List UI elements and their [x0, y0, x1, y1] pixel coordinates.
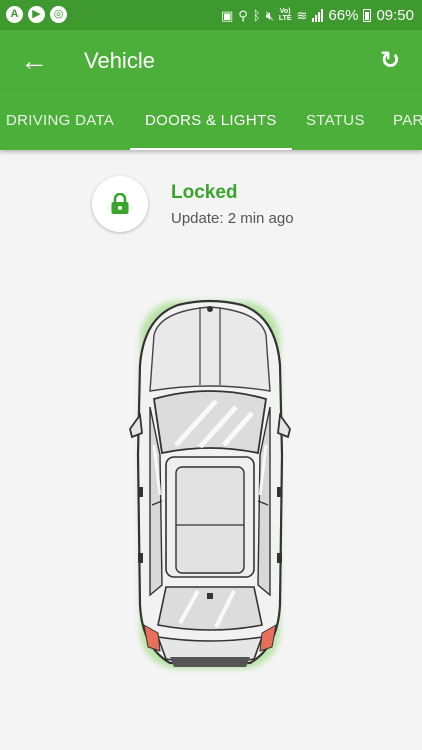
- tab-doors-lights[interactable]: DOORS & LIGHTS: [145, 92, 277, 150]
- tab-driving-data[interactable]: DRIVING DATA: [6, 92, 114, 150]
- location-icon: ⚲: [238, 7, 248, 23]
- wifi-icon: ≋: [296, 7, 308, 23]
- mute-icon: 🔇︎: [265, 7, 274, 23]
- tab-status[interactable]: STATUS: [306, 92, 365, 150]
- rear-bumper: [170, 657, 250, 667]
- tab-indicator: [130, 148, 292, 150]
- bluetooth-icon: ᛒ: [252, 7, 261, 23]
- notification-sync-icon: ◎: [50, 6, 67, 23]
- lock-status: Locked: [171, 182, 238, 203]
- back-button[interactable]: ←: [16, 43, 52, 79]
- notification-icons: A ▶ ◎: [6, 6, 67, 23]
- system-status-icons: ▣ ⚲ ᛒ 🔇︎ Vo) LTE ≋ 66% 09:50: [221, 6, 414, 24]
- notification-flag-icon: ▶: [28, 6, 45, 23]
- clock: 09:50: [376, 6, 414, 24]
- windshield: [152, 390, 268, 455]
- right-mirror: [277, 412, 291, 439]
- lock-button[interactable]: [92, 176, 148, 232]
- lock-icon: [111, 193, 129, 214]
- tab-partial[interactable]: PAR: [393, 92, 422, 150]
- volte-indicator: Vo) LTE: [278, 8, 292, 22]
- battery-percent: 66%: [328, 6, 359, 24]
- sunroof: [175, 466, 245, 574]
- battery-icon: [363, 8, 372, 22]
- car-hood: [149, 306, 271, 392]
- lock-update-time: Update: 2 min ago: [171, 210, 294, 227]
- page-title: Vehicle: [84, 48, 155, 73]
- signal-icon: [312, 8, 324, 22]
- tab-bar: DRIVING DATA DOORS & LIGHTS STATUS PAR: [0, 92, 422, 150]
- nfc-icon: ▣: [220, 7, 234, 23]
- car-illustration: [129, 299, 291, 669]
- left-mirror: [129, 412, 143, 439]
- app-bar: ← Vehicle ↻: [0, 30, 422, 92]
- refresh-button[interactable]: ↻: [372, 43, 408, 79]
- refresh-icon: ↻: [379, 47, 401, 74]
- notification-app-icon: A: [6, 6, 23, 23]
- status-bar: A ▶ ◎ ▣ ⚲ ᛒ 🔇︎ Vo) LTE ≋ 66% 09:50: [0, 0, 422, 30]
- arrow-left-icon: ←: [20, 45, 48, 76]
